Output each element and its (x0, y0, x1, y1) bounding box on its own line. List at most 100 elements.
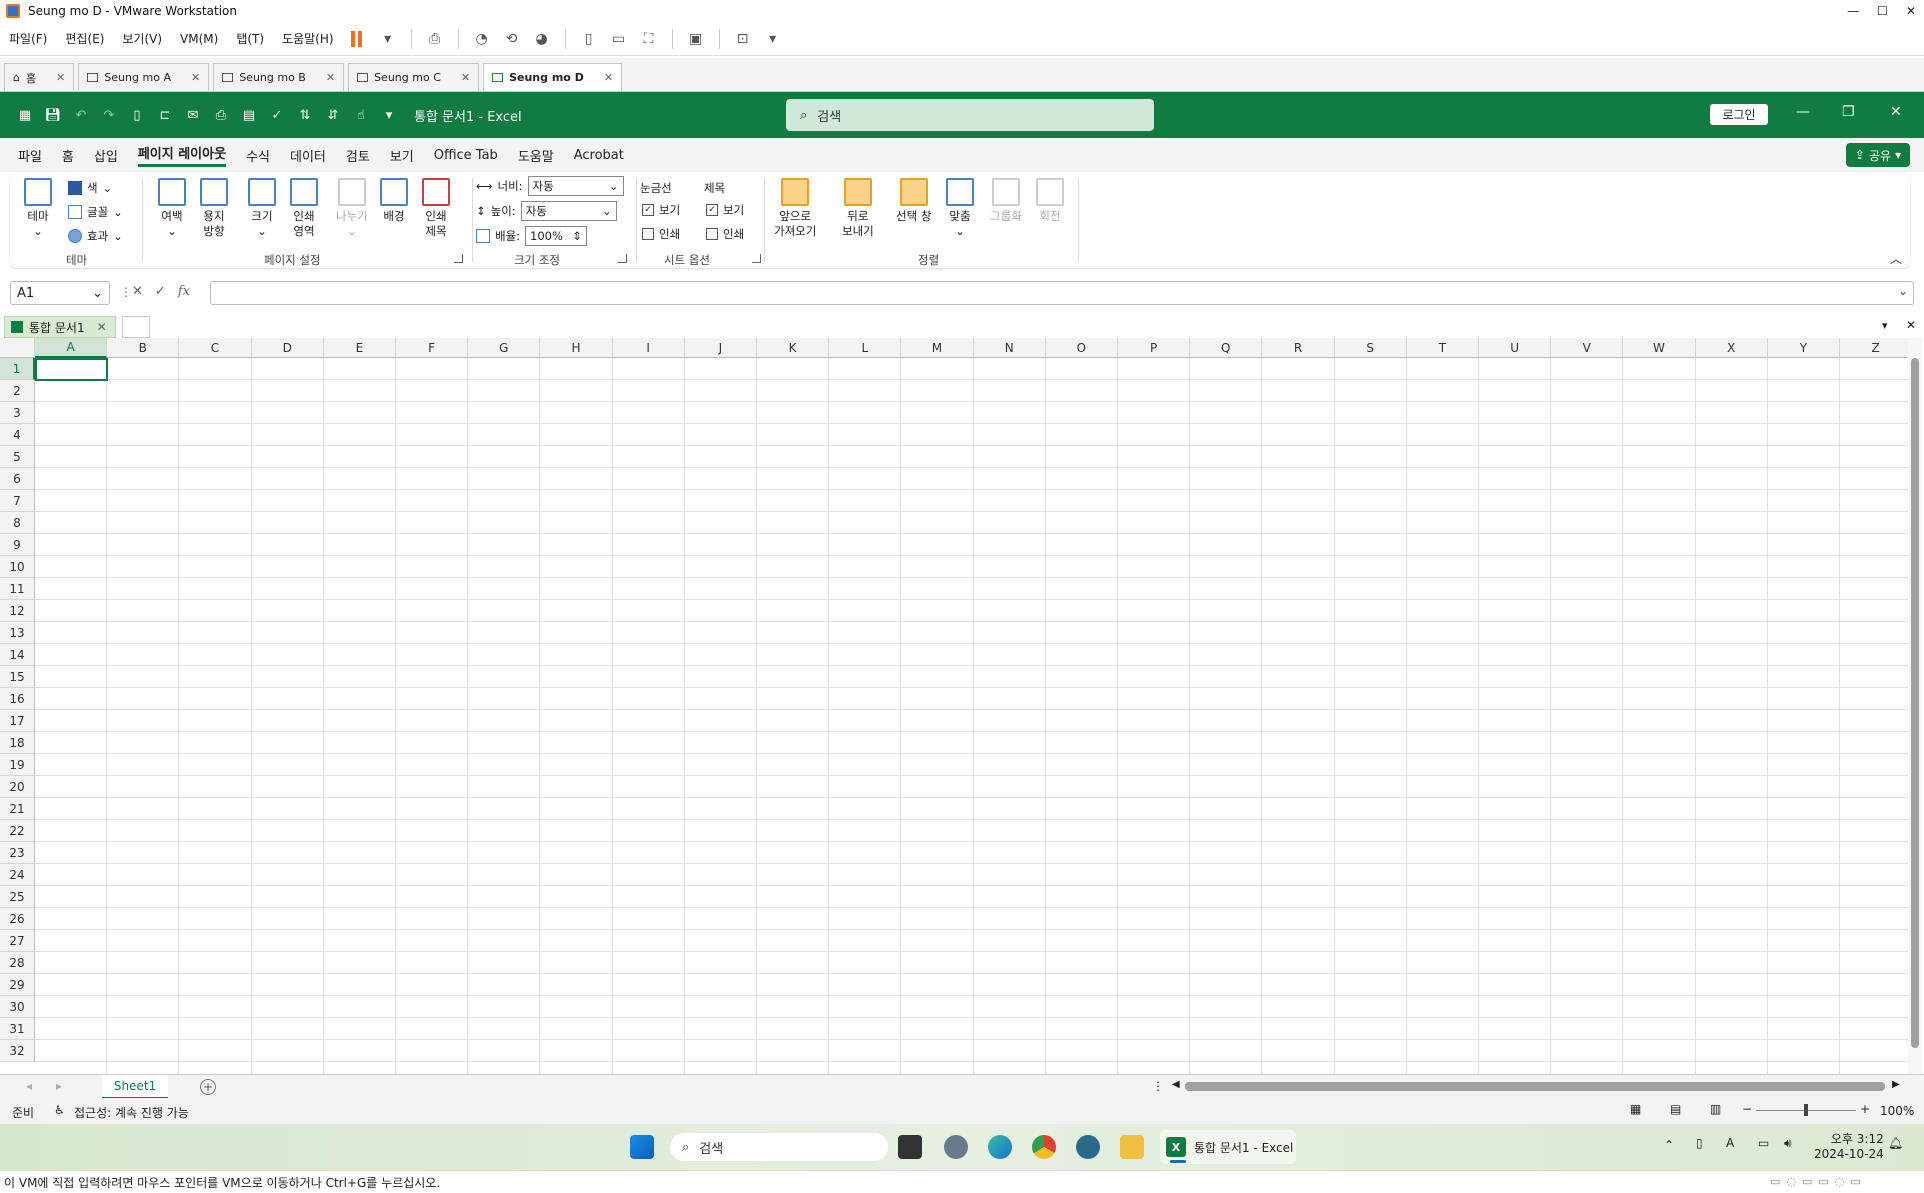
dialog-launcher-icon[interactable] (454, 254, 463, 263)
library-icon[interactable]: ▯ (578, 28, 600, 50)
chevron-down-icon[interactable]: ▾ (762, 28, 784, 50)
dialog-launcher-icon[interactable] (618, 254, 627, 263)
row-header[interactable]: 6 (0, 468, 35, 490)
print-preview-icon[interactable]: ▤ (238, 104, 260, 126)
column-header[interactable]: S (1334, 338, 1407, 358)
margins-button[interactable]: 여백 ⌄ (158, 178, 186, 239)
more-icon[interactable]: ⋮ (120, 285, 132, 299)
tab-seung-mo-b[interactable]: Seung mo B ✕ (213, 63, 345, 91)
row-header[interactable]: 21 (0, 798, 35, 820)
zoom-level[interactable]: 100% (1880, 1104, 1914, 1118)
headings-print-checkbox[interactable]: 인쇄 (706, 226, 744, 242)
page-layout-view-icon[interactable]: ▤ (1670, 1102, 1681, 1116)
height-select[interactable]: 자동 ⌄ (520, 201, 617, 221)
close-icon[interactable]: ✕ (326, 71, 335, 84)
menu-view[interactable]: 보기(V) (113, 30, 171, 47)
row-header[interactable]: 17 (0, 710, 35, 732)
group-objects-button[interactable]: 그룹화 (990, 178, 1022, 224)
row-header[interactable]: 30 (0, 996, 35, 1018)
column-header[interactable]: T (1406, 338, 1479, 358)
rotate-button[interactable]: 회전 (1036, 178, 1064, 224)
column-header[interactable]: W (1623, 338, 1696, 358)
menu-vm[interactable]: VM(M) (171, 32, 227, 46)
column-header[interactable]: K (757, 338, 830, 358)
column-header[interactable]: G (468, 338, 541, 358)
vertical-scrollbar[interactable] (1908, 338, 1922, 1074)
new-file-icon[interactable]: ▯ (126, 104, 148, 126)
row-header[interactable]: 11 (0, 578, 35, 600)
console-view-icon[interactable]: ▣ (685, 28, 707, 50)
language-icon[interactable]: A (1726, 1136, 1734, 1150)
row-header[interactable]: 25 (0, 886, 35, 908)
name-box[interactable]: A1 ⌄ (10, 281, 110, 305)
close-icon[interactable]: ✕ (97, 320, 107, 334)
taskbar-search[interactable]: ⌕ 검색 (670, 1133, 888, 1161)
size-button[interactable]: 크기 ⌄ (248, 178, 276, 239)
column-header[interactable]: V (1551, 338, 1624, 358)
column-header[interactable]: Q (1190, 338, 1263, 358)
select-all-corner[interactable] (0, 338, 35, 358)
network-icon[interactable]: ▭ (1758, 1136, 1769, 1150)
add-sheet-icon[interactable]: + (200, 1079, 216, 1095)
row-header[interactable]: 9 (0, 534, 35, 556)
email-icon[interactable]: ✉ (182, 104, 204, 126)
undo-icon[interactable]: ↶ (70, 104, 92, 126)
row-header[interactable]: 3 (0, 402, 35, 424)
restore-icon[interactable]: ❐ (1842, 104, 1855, 120)
row-header[interactable]: 16 (0, 688, 35, 710)
menu-file[interactable]: 파일(F) (0, 30, 56, 47)
row-header[interactable]: 12 (0, 600, 35, 622)
fonts-button[interactable]: 글꼴 ⌄ (68, 204, 123, 220)
row-header[interactable]: 18 (0, 732, 35, 754)
column-header[interactable]: J (684, 338, 757, 358)
tab-view[interactable]: 보기 (390, 146, 414, 165)
scroll-right-icon[interactable]: ▶ (1892, 1079, 1900, 1090)
selection-pane-button[interactable]: 선택 창 (896, 178, 931, 224)
column-header[interactable]: N (973, 338, 1046, 358)
normal-view-icon[interactable]: ▦ (1630, 1102, 1641, 1116)
send-ctrl-alt-del-icon[interactable]: ⎙ (424, 28, 446, 50)
row-header[interactable]: 2 (0, 380, 35, 402)
column-header[interactable]: B (107, 338, 180, 358)
settings-icon[interactable] (944, 1135, 968, 1159)
worksheet-grid[interactable]: A B C D E F G H I J K L M N O P Q R S T U V W X Y Z 1 2 3 4 5 6 7 8 9 10 11 1… (0, 338, 1908, 1074)
dialog-launcher-icon[interactable] (752, 254, 761, 263)
column-header[interactable]: E (323, 338, 396, 358)
tab-seung-mo-a[interactable]: Seung mo A ✕ (78, 63, 210, 91)
close-icon[interactable]: ✕ (191, 71, 200, 84)
redo-icon[interactable]: ↷ (98, 104, 120, 126)
tab-home[interactable]: 홈 (62, 146, 74, 165)
column-header[interactable]: R (1262, 338, 1335, 358)
close-icon[interactable]: ✕ (1890, 104, 1902, 120)
volume-icon[interactable]: 🔊︎ (1784, 1136, 1792, 1151)
zoom-in-icon[interactable]: + (1860, 1102, 1870, 1116)
row-header[interactable]: 10 (0, 556, 35, 578)
print-area-button[interactable]: 인쇄 영역 (290, 178, 318, 239)
row-header[interactable]: 14 (0, 644, 35, 666)
column-header[interactable]: Z (1840, 338, 1908, 358)
workbook-tab[interactable]: 통합 문서1 ✕ (4, 316, 116, 338)
stretch-guest-icon[interactable]: ⊡ (732, 28, 754, 50)
row-header[interactable]: 19 (0, 754, 35, 776)
expand-formula-bar-icon[interactable]: ⌄ (1898, 284, 1908, 298)
column-header[interactable]: P (1118, 338, 1191, 358)
accessibility-status[interactable]: 접근성: 계속 진행 가능 (74, 1104, 189, 1121)
column-header[interactable]: H (540, 338, 613, 358)
row-header[interactable]: 5 (0, 446, 35, 468)
effects-button[interactable]: 효과 ⌄ (68, 228, 123, 244)
snapshot-icon[interactable]: ◔ (471, 28, 493, 50)
breaks-button[interactable]: 나누기 ⌄ (336, 178, 368, 239)
tab-file[interactable]: 파일 (18, 146, 42, 165)
scroll-left-icon[interactable]: ◀ (1172, 1079, 1180, 1090)
row-header[interactable]: 22 (0, 820, 35, 842)
row-header[interactable]: 23 (0, 842, 35, 864)
menu-help[interactable]: 도움말(H) (273, 30, 343, 47)
customize-qat-icon[interactable]: ▾ (378, 104, 400, 126)
close-icon[interactable]: ✕ (56, 71, 65, 84)
colors-button[interactable]: 색 ⌄ (68, 180, 112, 196)
pause-icon[interactable] (347, 28, 369, 50)
column-header[interactable]: O (1045, 338, 1118, 358)
menu-edit[interactable]: 편집(E) (56, 30, 113, 47)
row-header[interactable]: 1 (0, 358, 35, 380)
tab-seung-mo-d[interactable]: Seung mo D ✕ (483, 63, 623, 91)
